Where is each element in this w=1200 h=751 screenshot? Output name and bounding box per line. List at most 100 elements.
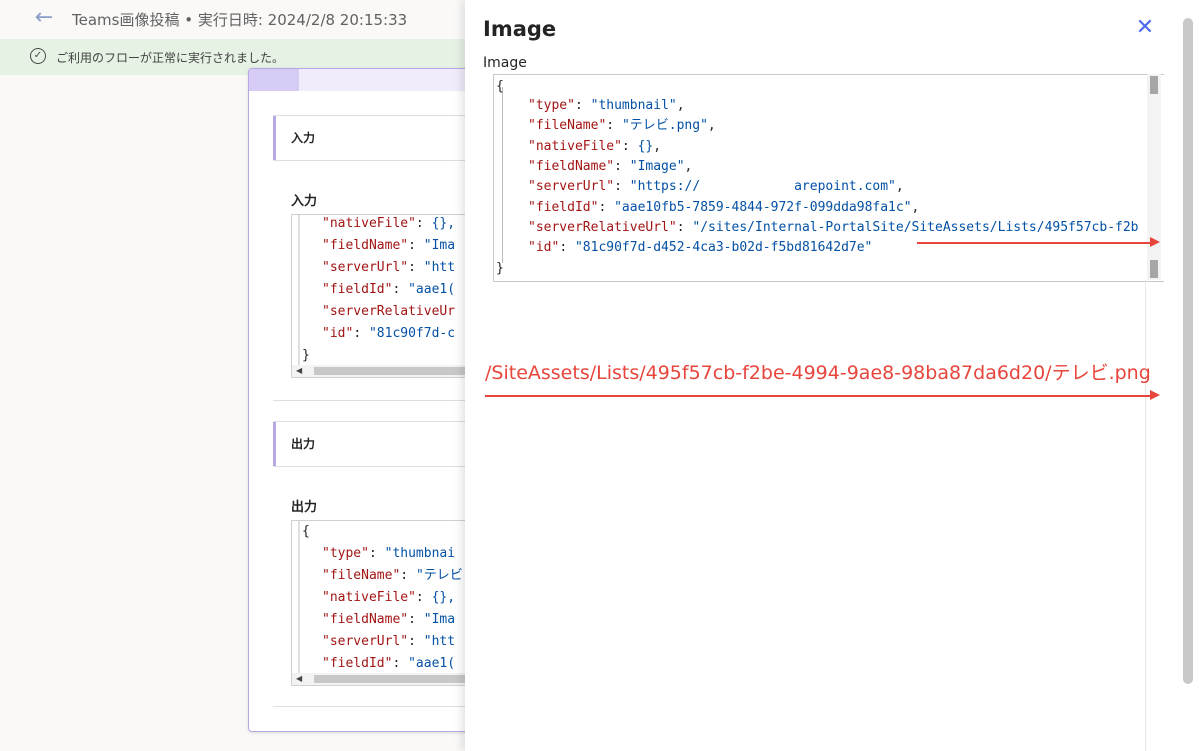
code-sep: : (368, 546, 385, 561)
code-val: "81c90f7d-c (368, 326, 456, 341)
code-sep: : (408, 612, 424, 627)
image-detail-panel: Image ✕ Image { "type": "thumbnail", "fil… (465, 0, 1200, 751)
code-key: "serverRelativeUrl" (528, 219, 677, 235)
code-line: { (302, 521, 310, 542)
code-key: "serverUrl" (322, 634, 409, 649)
code-val: "Ima (423, 238, 456, 253)
code-gutter (298, 215, 300, 377)
code-sep: : (621, 138, 638, 154)
code-key: "fieldName" (322, 238, 409, 253)
panel-scrollbar[interactable] (1183, 18, 1193, 684)
code-key: "serverUrl" (528, 179, 615, 195)
code-line: "nativeFile": {}, (528, 137, 661, 157)
code-key: "nativeFile" (322, 216, 416, 231)
output-label: 出力 (291, 500, 318, 515)
code-key: "nativeFile" (322, 590, 416, 605)
code-gutter (298, 521, 300, 685)
input-section: 入力 入力 "nativeFile": {}, "fieldName": "Ima… (273, 115, 489, 401)
code-tail: , (676, 98, 685, 113)
code-key: "fieldId" (528, 199, 599, 215)
output-section: 出力 出力 {"type": "thumbnai "fileName": "テレビ… (273, 421, 489, 707)
code-sep: : (614, 179, 630, 195)
code-sep: : (606, 118, 622, 134)
input-code-box[interactable]: "nativeFile": {}, "fieldName": "Ima "serve… (291, 214, 489, 378)
json-vertical-scrollbar[interactable] (1147, 74, 1161, 280)
code-line: "serverUrl": "https:// arepoint.com", (528, 177, 904, 197)
scroll-left-icon[interactable]: ◀ (296, 673, 302, 685)
code-key: "fieldId" (322, 656, 393, 671)
code-tail: , (684, 158, 693, 174)
code-sep: : (400, 568, 416, 583)
scroll-thumb[interactable] (314, 367, 489, 375)
code-sep: : (415, 216, 432, 231)
annotation-arrow (917, 242, 1150, 244)
code-val: "Ima (423, 612, 456, 627)
code-line: "fieldId": "aae1( (322, 653, 455, 674)
horizontal-scrollbar[interactable]: ◀ (292, 365, 489, 377)
horizontal-scrollbar[interactable]: ◀ (292, 673, 489, 685)
code-line: "id": "81c90f7d-c (322, 323, 455, 344)
code-line: } (302, 345, 310, 366)
scroll-thumb[interactable] (314, 675, 489, 683)
run-title: Teams画像投稿 • 実行日時: 2024/2/8 20:15:33 (72, 11, 408, 29)
code-sep: : (392, 656, 409, 671)
code-key: "fieldName" (528, 158, 615, 174)
annotation-arrowhead (1150, 237, 1160, 247)
code-tail: , (911, 199, 920, 215)
check-circle-icon: ✓ (30, 48, 46, 64)
code-line: "nativeFile": {}, (322, 215, 456, 234)
back-arrow-icon[interactable]: ← (30, 4, 58, 32)
code-key: "type" (322, 546, 369, 561)
code-line: "id": "81c90f7d-d452-4ca3-b02d-f5bd81642… (528, 238, 872, 258)
code-sep: { (302, 524, 310, 539)
code-key: "fileName" (322, 568, 401, 583)
code-val: "aae10fb5-7859-4844-972f-099dda98fa1c" (614, 199, 912, 215)
scroll-mark (1150, 76, 1158, 94)
code-line: "fieldName": "Ima (322, 609, 455, 630)
code-sep: } (302, 348, 310, 363)
input-section-heading[interactable]: 入力 (291, 129, 315, 146)
scroll-left-icon[interactable]: ◀ (296, 365, 302, 377)
action-card: 入力 入力 "nativeFile": {}, "fieldName": "Ima… (248, 68, 490, 732)
code-val: "htt (423, 260, 456, 275)
close-icon[interactable]: ✕ (1133, 16, 1157, 40)
code-line: "fieldName": "Image", (528, 157, 692, 177)
code-val: "/sites/Internal-PortalSite/SiteAssets/L… (692, 219, 1139, 235)
json-viewer[interactable]: { "type": "thumbnail", "fileName": "テレビ.p… (493, 74, 1164, 282)
code-val: {}, (431, 216, 456, 231)
code-line: "serverUrl": "htt (322, 257, 455, 278)
code-sep: : (353, 326, 369, 341)
input-label: 入力 (291, 194, 318, 209)
code-val: {} (637, 138, 654, 154)
card-header[interactable] (249, 69, 489, 91)
code-sep: : (408, 238, 424, 253)
code-key: "id" (528, 240, 560, 256)
code-key: "fieldId" (322, 282, 393, 297)
code-tail: , (895, 179, 904, 195)
code-val: "aae1( (408, 656, 456, 671)
code-gutter (502, 87, 503, 263)
output-section-heading[interactable]: 出力 (291, 435, 315, 452)
code-line: "serverUrl": "htt (322, 631, 455, 652)
panel-title: Image (483, 17, 557, 41)
code-tail: , (707, 118, 716, 134)
code-sep: : (408, 634, 424, 649)
code-key: "fileName" (528, 118, 607, 134)
code-sep: : (415, 590, 432, 605)
annotation-arrowhead (1150, 390, 1160, 400)
code-key: "id" (322, 326, 354, 341)
code-line: "fieldId": "aae1( (322, 279, 455, 300)
annotation-text: /SiteAssets/Lists/495f57cb-f2be-4994-9ae… (485, 362, 1151, 384)
code-sep: : (392, 282, 409, 297)
code-sep: : (598, 199, 615, 215)
code-val: "テレビ (415, 568, 463, 583)
success-message: ご利用のフローが正常に実行されました。 (56, 51, 285, 65)
code-val: "81c90f7d-d452-4ca3-b02d-f5bd81642d7e" (574, 240, 873, 256)
json-close-brace: } (496, 261, 504, 276)
code-val: "thumbnail" (590, 98, 677, 113)
code-key: "nativeFile" (528, 138, 622, 154)
code-line: "fileName": "テレビ (322, 565, 463, 586)
output-code-box[interactable]: {"type": "thumbnai "fileName": "テレビ "nativ… (291, 520, 489, 686)
code-sep: : (574, 98, 591, 113)
scroll-mark (1150, 260, 1158, 278)
